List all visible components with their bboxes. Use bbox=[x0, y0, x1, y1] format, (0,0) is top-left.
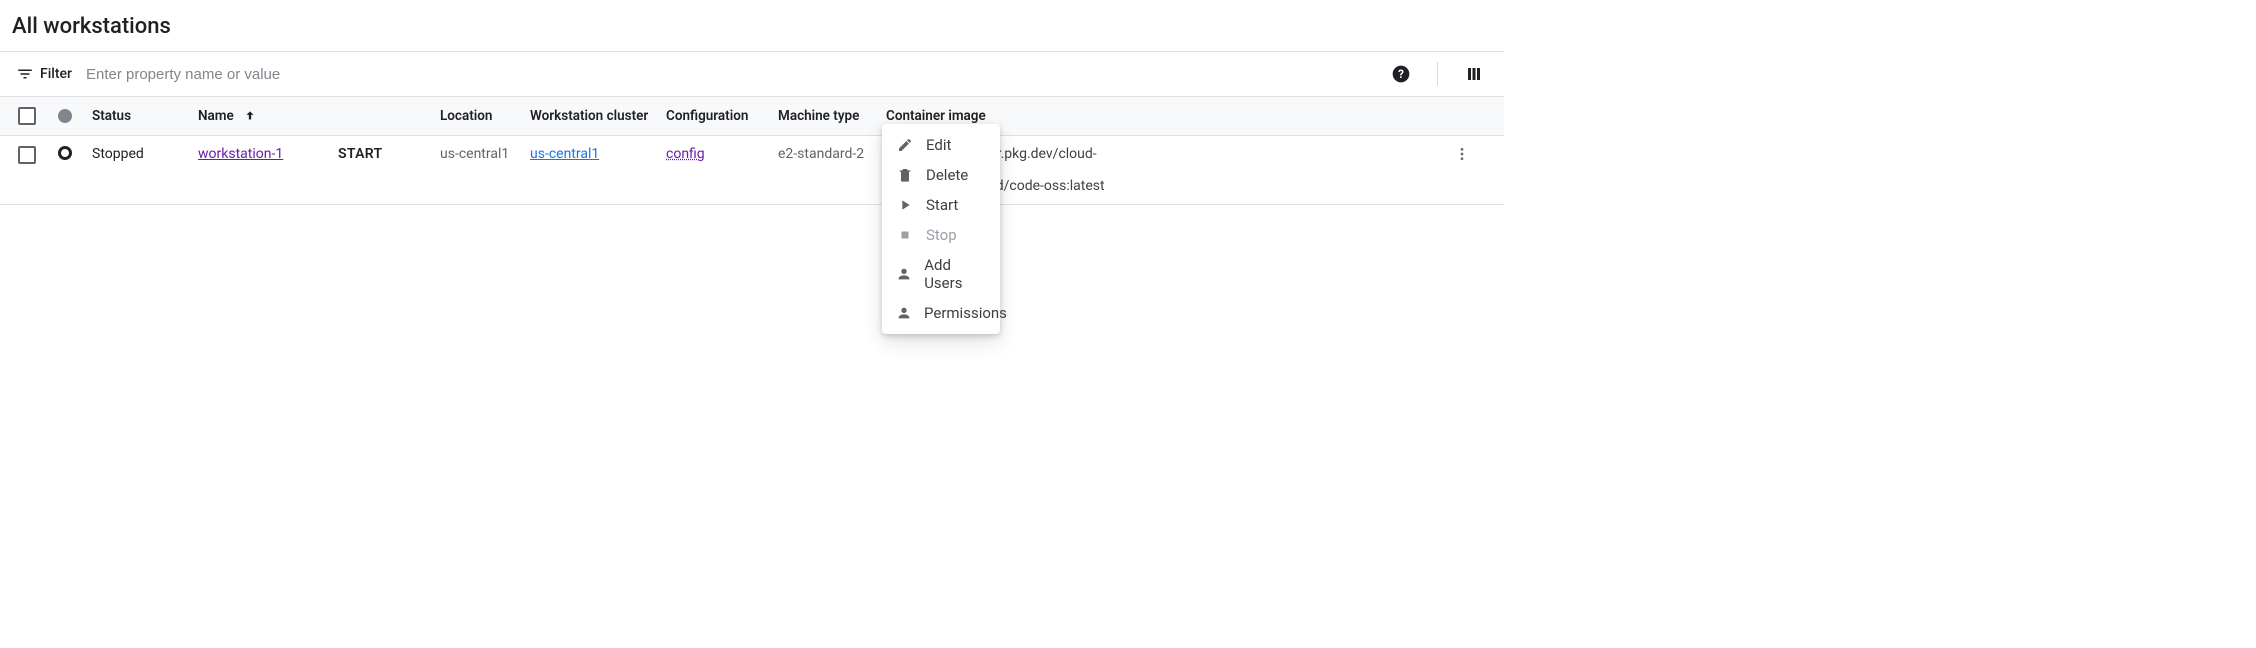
table-row: Stopped workstation-1 START us-central1 … bbox=[0, 136, 1504, 205]
person-icon bbox=[896, 266, 912, 282]
row-actions-menu: Edit Delete Start Stop Add Users Permiss… bbox=[882, 124, 1000, 334]
menu-item-start[interactable]: Start bbox=[882, 190, 1000, 220]
workstation-name-link[interactable]: workstation-1 bbox=[198, 146, 283, 162]
filter-bar: Filter ? bbox=[0, 51, 1504, 97]
status-indicator-header-icon bbox=[58, 109, 72, 123]
columns-icon[interactable] bbox=[1460, 60, 1488, 88]
menu-item-delete[interactable]: Delete bbox=[882, 160, 1000, 190]
menu-item-permissions[interactable]: Permissions bbox=[882, 298, 1000, 328]
menu-item-add-users[interactable]: Add Users bbox=[882, 250, 1000, 298]
menu-item-label: Delete bbox=[926, 166, 968, 184]
delete-icon bbox=[896, 167, 914, 183]
status-stopped-icon bbox=[58, 146, 72, 160]
svg-text:?: ? bbox=[1398, 67, 1404, 81]
col-name[interactable]: Name bbox=[194, 106, 334, 126]
cluster-link[interactable]: us-central1 bbox=[530, 146, 599, 162]
row-checkbox[interactable] bbox=[18, 146, 36, 164]
sort-ascending-icon bbox=[243, 108, 257, 124]
filter-input[interactable] bbox=[84, 65, 1387, 84]
row-actions-menu-button[interactable] bbox=[1454, 146, 1486, 162]
filter-icon bbox=[16, 65, 34, 83]
table-header: Status Name Location Workstation cluster… bbox=[0, 97, 1504, 136]
configuration-link[interactable]: config bbox=[666, 146, 705, 162]
col-container-image[interactable]: Container image bbox=[882, 106, 1450, 126]
page-title: All workstations bbox=[0, 0, 1504, 51]
menu-item-label: Permissions bbox=[924, 304, 1007, 322]
status-text: Stopped bbox=[88, 144, 194, 164]
filter-label: Filter bbox=[40, 66, 72, 82]
col-configuration[interactable]: Configuration bbox=[662, 106, 774, 126]
col-location[interactable]: Location bbox=[436, 106, 526, 126]
location-text: us-central1 bbox=[436, 144, 526, 164]
menu-item-label: Edit bbox=[926, 136, 951, 154]
col-status[interactable]: Status bbox=[88, 106, 194, 126]
menu-item-edit[interactable]: Edit bbox=[882, 130, 1000, 160]
play-icon bbox=[896, 197, 914, 213]
edit-icon bbox=[896, 137, 914, 153]
menu-item-label: Start bbox=[926, 196, 958, 214]
toolbar-divider bbox=[1437, 62, 1438, 86]
help-icon[interactable]: ? bbox=[1387, 60, 1415, 88]
person-icon bbox=[896, 305, 912, 321]
menu-item-stop: Stop bbox=[882, 220, 1000, 250]
menu-item-label: Stop bbox=[926, 226, 957, 244]
stop-icon bbox=[896, 228, 914, 242]
col-cluster[interactable]: Workstation cluster bbox=[526, 106, 662, 126]
col-machine-type[interactable]: Machine type bbox=[774, 106, 882, 126]
select-all-checkbox[interactable] bbox=[18, 107, 36, 125]
machine-type-text: e2-standard-2 bbox=[774, 144, 882, 164]
menu-item-label: Add Users bbox=[924, 256, 986, 292]
start-button[interactable]: START bbox=[338, 146, 382, 162]
